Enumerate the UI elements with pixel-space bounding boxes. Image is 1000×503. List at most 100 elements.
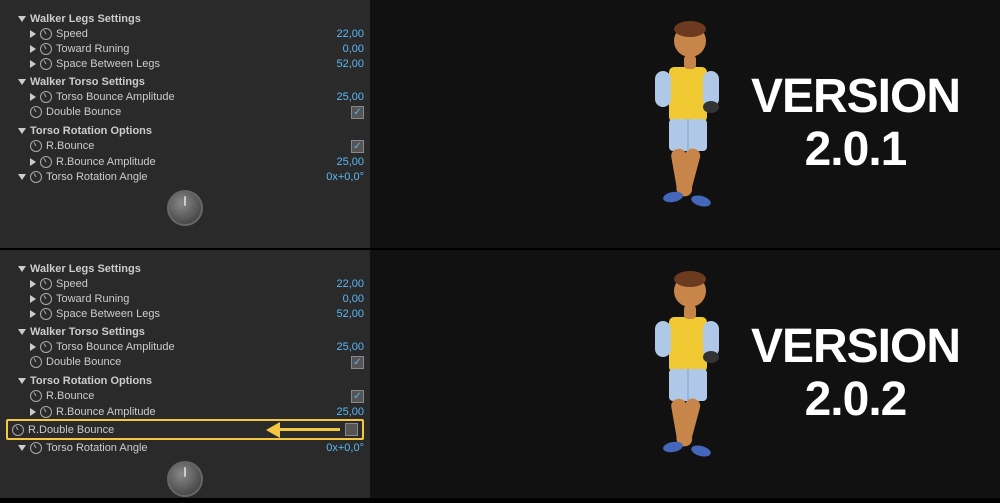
arrow-head-icon: [266, 422, 280, 438]
space-label-2: Space Between Legs: [56, 308, 324, 320]
torso-angle-value-2: 0x+0,0°: [324, 442, 364, 454]
rbounce-label-1: R.Bounce: [46, 140, 351, 152]
torso-bounce-value-2: 25,00: [324, 341, 364, 353]
clock-icon-rbounce-2: [30, 390, 42, 402]
triangle-right-icon-7: [30, 295, 36, 303]
legs-settings-label-2: Walker Legs Settings: [30, 263, 364, 275]
clock-icon-speed-2: [40, 278, 52, 290]
clock-icon-torso-1: [40, 91, 52, 103]
double-bounce-label-1: Double Bounce: [46, 106, 351, 118]
rbounce-label-2: R.Bounce: [46, 390, 351, 402]
clock-icon-rbounce-amp-2: [40, 406, 52, 418]
toward-row-1: Toward Runing 0,00: [6, 41, 364, 56]
space-row-2: Space Between Legs 52,00: [6, 306, 364, 321]
double-bounce-checkbox-2[interactable]: [351, 356, 364, 369]
rbounce-checkbox-2[interactable]: [351, 390, 364, 403]
triangle-down-icon-2: [18, 79, 26, 85]
animation-area-1: VERSION2.0.1: [370, 0, 1000, 248]
space-value-1: 52,00: [324, 58, 364, 70]
rbounce-amp-row-2: R.Bounce Amplitude 25,00: [6, 404, 364, 419]
triangle-down-icon-7: [18, 378, 26, 384]
speed-row-1: Speed 22,00: [6, 26, 364, 41]
rbounce-amp-value-1: 25,00: [324, 156, 364, 168]
triangle-down-icon-8: [18, 445, 26, 451]
clock-icon-toward-2: [40, 293, 52, 305]
version-text-2: VERSION2.0.2: [751, 321, 960, 427]
rbounce-checkbox-1[interactable]: [351, 140, 364, 153]
torso-bounce-row-1: Torso Bounce Amplitude 25,00: [6, 89, 364, 104]
double-bounce-row-2: Double Bounce: [6, 354, 364, 370]
walker-figure-2: [635, 269, 735, 479]
clock-icon-toward-1: [40, 43, 52, 55]
triangle-right-icon-8: [30, 310, 36, 318]
panel-version-1: Walker Legs Settings Speed 22,00 Toward …: [0, 0, 1000, 250]
panel-version-2: Walker Legs Settings Speed 22,00 Toward …: [0, 250, 1000, 500]
clock-icon-rdouble-2: [12, 424, 24, 436]
rbounce-row-2: R.Bounce: [6, 388, 364, 404]
triangle-right-icon-5: [30, 158, 36, 166]
speed-value-2: 22,00: [324, 278, 364, 290]
torso-rotation-header-1: Torso Rotation Options: [6, 123, 364, 138]
legs-settings-header-2: Walker Legs Settings: [6, 261, 364, 276]
triangle-down-icon-3: [18, 128, 26, 134]
rdouble-bounce-container: R.Double Bounce: [6, 419, 364, 440]
double-bounce-label-2: Double Bounce: [46, 356, 351, 368]
rbounce-amp-value-2: 25,00: [324, 406, 364, 418]
toward-label-1: Toward Runing: [56, 43, 324, 55]
rbounce-amp-label-2: R.Bounce Amplitude: [56, 406, 324, 418]
torso-angle-label-1: Torso Rotation Angle: [46, 171, 324, 183]
torso-settings-header-1: Walker Torso Settings: [6, 74, 364, 89]
torso-settings-header-2: Walker Torso Settings: [6, 324, 364, 339]
torso-rotation-label-1: Torso Rotation Options: [30, 125, 364, 137]
clock-icon-rbounce-1: [30, 140, 42, 152]
triangle-right-icon: [30, 30, 36, 38]
arrow-shaft: [280, 428, 340, 431]
double-bounce-checkbox-1[interactable]: [351, 106, 364, 119]
new-feature-arrow: [266, 422, 340, 438]
triangle-right-icon-2: [30, 45, 36, 53]
dial-2[interactable]: [167, 461, 203, 497]
torso-settings-label-1: Walker Torso Settings: [30, 76, 364, 88]
legs-settings-label: Walker Legs Settings: [30, 13, 364, 25]
toward-row-2: Toward Runing 0,00: [6, 291, 364, 306]
triangle-down-icon: [18, 16, 26, 22]
dial-container-2: [6, 455, 364, 503]
rbounce-amp-row-1: R.Bounce Amplitude 25,00: [6, 154, 364, 169]
settings-panel-2: Walker Legs Settings Speed 22,00 Toward …: [0, 250, 370, 498]
clock-icon-angle-2: [30, 442, 42, 454]
clock-icon-torso-2: [40, 341, 52, 353]
double-bounce-row-1: Double Bounce: [6, 104, 364, 120]
toward-value-1: 0,00: [324, 43, 364, 55]
torso-bounce-label-2: Torso Bounce Amplitude: [56, 341, 324, 353]
triangle-right-icon-4: [30, 93, 36, 101]
torso-rotation-label-2: Torso Rotation Options: [30, 375, 364, 387]
animation-area-2: VERSION2.0.2: [370, 250, 1000, 498]
torso-rotation-header-2: Torso Rotation Options: [6, 373, 364, 388]
speed-row-2: Speed 22,00: [6, 276, 364, 291]
torso-angle-value-1: 0x+0,0°: [324, 171, 364, 183]
torso-bounce-label-1: Torso Bounce Amplitude: [56, 91, 324, 103]
triangle-down-icon-4: [18, 174, 26, 180]
clock-icon-angle-1: [30, 171, 42, 183]
triangle-right-icon-10: [30, 408, 36, 416]
rbounce-row-1: R.Bounce: [6, 138, 364, 154]
speed-value-1: 22,00: [324, 28, 364, 40]
toward-label-2: Toward Runing: [56, 293, 324, 305]
clock-icon-space-2: [40, 308, 52, 320]
torso-angle-label-2: Torso Rotation Angle: [46, 442, 324, 454]
rdouble-bounce-checkbox-2[interactable]: [345, 423, 358, 436]
version-text-1: VERSION2.0.1: [751, 71, 960, 177]
triangle-down-icon-6: [18, 329, 26, 335]
rbounce-amp-label-1: R.Bounce Amplitude: [56, 156, 324, 168]
triangle-right-icon-3: [30, 60, 36, 68]
triangle-down-icon-5: [18, 266, 26, 272]
clock-icon-rbounce-amp-1: [40, 156, 52, 168]
clock-icon-space-1: [40, 58, 52, 70]
clock-icon-double-2: [30, 356, 42, 368]
toward-value-2: 0,00: [324, 293, 364, 305]
dial-1[interactable]: [167, 190, 203, 226]
clock-icon-speed-1: [40, 28, 52, 40]
torso-settings-label-2: Walker Torso Settings: [30, 326, 364, 338]
space-label-1: Space Between Legs: [56, 58, 324, 70]
speed-label-1: Speed: [56, 28, 324, 40]
